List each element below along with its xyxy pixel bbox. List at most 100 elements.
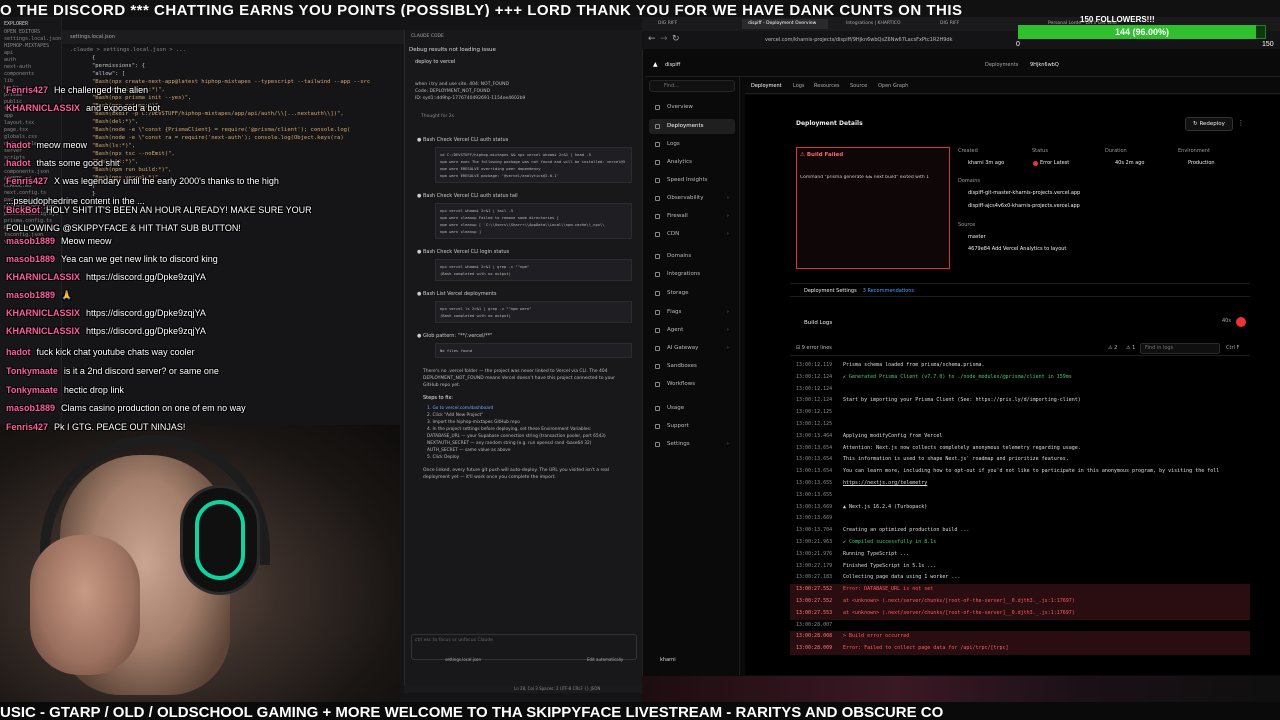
explorer-item[interactable]: settings.local.json (0, 36, 61, 43)
sidebar-item-analytics[interactable]: Analytics (649, 155, 735, 170)
back-icon[interactable]: ← (648, 34, 656, 44)
domain-link-1[interactable]: dispiff-git-master-kharnis-projects.verc… (968, 190, 1080, 196)
redeploy-button[interactable]: ↻ Redeploy (1185, 117, 1233, 131)
chat-username[interactable]: KHARNICLASSIX (6, 103, 80, 113)
sidebar-item-integrations[interactable]: Integrations (649, 267, 735, 282)
build-log-output[interactable]: 13:00:12.119 Prisma schema loaded from pr… (790, 360, 1250, 675)
tool-step-title[interactable]: ● Glob pattern: "**/.vercel/**" (405, 331, 642, 341)
log-timestamp: 13:00:13.655 (796, 491, 833, 498)
sidebar-user[interactable]: kharni (660, 657, 676, 663)
tool-step-title[interactable]: ● Bash Check Vercel CLI login status (405, 247, 642, 257)
chat-username[interactable]: hadot (6, 158, 31, 168)
error-lines-button[interactable]: ⊟ 9 error lines (796, 341, 832, 356)
ticker-bottom-text: USIC - GTARP / OLD / OLDSCHOOL GAMING + … (0, 704, 944, 720)
chat-username[interactable]: masob1889 (6, 290, 55, 300)
tool-step-title[interactable]: ● Bash List Vercel deployments (405, 289, 642, 299)
deployment-settings-toggle[interactable]: Deployment Settings 3 Recommendations (790, 283, 1250, 297)
explorer-item[interactable]: next-auth (0, 64, 61, 71)
log-timestamp: 13:00:12.124 (796, 373, 833, 380)
reload-icon[interactable]: ↻ (672, 34, 680, 44)
fix-step: 4. In the project settings before deploy… (427, 427, 592, 432)
chat-username[interactable]: Fenris427 (6, 176, 48, 186)
chevron-right-icon: › (726, 213, 729, 219)
chat-username[interactable]: hadot (6, 347, 31, 357)
source-branch[interactable]: master (968, 234, 986, 240)
source-commit[interactable]: 4679e84 Add Vercel Analytics to layout (968, 246, 1066, 252)
breadcrumb-deployments[interactable]: Deployments (985, 62, 1018, 68)
sidebar-item-overview[interactable]: Overview (649, 100, 735, 115)
sidebar-item-usage[interactable]: Usage (649, 401, 735, 416)
chat-username[interactable]: Fenris427 (6, 85, 48, 95)
chat-username[interactable]: KHARNICLASSIX (6, 326, 80, 336)
log-message: ✔ Generated Prisma Client (v7.7.0) to ./… (843, 373, 1072, 380)
edit-mode-toggle[interactable]: Edit automatically (587, 657, 623, 662)
browser-tab[interactable]: dispiff - Deployment Overview (742, 19, 828, 29)
tool-step-title[interactable]: ● Bash Check Vercel CLI auth status (405, 135, 642, 145)
tool-output-line: npm warn ERESOLVE overriding peer depend… (440, 166, 541, 171)
sidebar-item-agent[interactable]: Agent › (649, 323, 735, 338)
sidebar-item-support[interactable]: Support (649, 419, 735, 434)
tab-source[interactable]: Source (850, 83, 867, 89)
chat-username[interactable]: Tonkymaate (6, 366, 58, 376)
log-message[interactable]: https://nextjs.org/telemetry (843, 478, 927, 490)
tab-deployment[interactable]: Deployment (751, 83, 782, 89)
sidebar-search[interactable]: Find... (649, 80, 735, 92)
breadcrumb-deployment-id[interactable]: 9Hjkn6wbQ (1030, 62, 1059, 68)
find-shortcut: Ctrl F (1226, 345, 1240, 351)
sidebar-item-logs[interactable]: Logs (649, 137, 735, 152)
chat-username[interactable]: masob1889 (6, 236, 55, 246)
sidebar-item-firewall[interactable]: Firewall › (649, 209, 735, 224)
sidebar-item-deployments[interactable]: Deployments (649, 119, 735, 134)
sidebar-item-observability[interactable]: Observability › (649, 191, 735, 206)
sidebar-item-sandboxes[interactable]: Sandboxes (649, 359, 735, 374)
domain-link-2[interactable]: dispiff-ajcs4v6x0-kharnis-projects.verce… (968, 203, 1080, 209)
log-line: 13:00:12.125 (790, 419, 1250, 431)
sidebar-item-ai-gateway[interactable]: AI Gateway › (649, 341, 735, 356)
chevron-right-icon: › (726, 327, 729, 333)
tab-logs[interactable]: Logs (793, 83, 805, 89)
chat-username[interactable]: Tonkymaate (6, 385, 58, 395)
nav-label: AI Gateway (667, 345, 699, 351)
chat-username[interactable]: KHARNICLASSIX (6, 272, 80, 282)
chat-message: hadot fuck kick chat youtube chats way co… (6, 346, 195, 358)
editor-tab[interactable]: settings.local.json (62, 30, 404, 44)
sidebar-item-workflows[interactable]: Workflows (649, 377, 735, 392)
explorer-item[interactable]: HIPHOP-MIXTAPES (0, 43, 61, 50)
sidebar-item-domains[interactable]: Domains (649, 249, 735, 264)
more-options-icon[interactable]: ⋮ (1236, 117, 1246, 131)
vercel-logo-icon[interactable]: ▲ (653, 61, 658, 68)
sidebar-item-settings[interactable]: Settings › (649, 437, 735, 452)
claude-panel-header: CLAUDE CODE (411, 34, 444, 39)
chat-username[interactable]: hadot (6, 140, 31, 150)
tool-step-title[interactable]: ● Bash Check Vercel CLI auth status tail (405, 191, 642, 201)
tab-open-graph[interactable]: Open Graph (878, 83, 908, 89)
build-logs-toggle[interactable]: Build Logs (790, 316, 1250, 330)
chat-username[interactable]: masob1889 (6, 403, 55, 413)
explorer-item[interactable]: OPEN EDITORS (0, 29, 61, 36)
explorer-item[interactable]: api (0, 50, 61, 57)
chat-username[interactable]: masob1889 (6, 254, 55, 264)
warning-count[interactable]: ⚠ 2 (1108, 341, 1117, 356)
project-name[interactable]: dispiff (665, 62, 680, 68)
browser-tab[interactable]: DIG RIFF (652, 19, 738, 29)
browser-tab[interactable]: DIG RIFF (934, 19, 1020, 29)
nav-icon (655, 160, 660, 165)
tab-resources[interactable]: Resources (814, 83, 840, 89)
sidebar-item-speed-insights[interactable]: Speed Insights (649, 173, 735, 188)
chat-username[interactable]: Fenris427 (6, 422, 48, 432)
chat-username[interactable]: BickBot (6, 205, 40, 215)
log-line: 13:00:27.183 Collecting page data using … (790, 572, 1250, 584)
error-count[interactable]: ⚠ 1 (1126, 341, 1135, 356)
explorer-item[interactable]: auth (0, 57, 61, 64)
chat-username[interactable]: KHARNICLASSIX (6, 308, 80, 318)
nav-icon (655, 196, 660, 201)
sidebar-item-cdn[interactable]: CDN › (649, 227, 735, 242)
forward-icon[interactable]: → (660, 34, 668, 44)
file-chip[interactable]: settings.local.json (445, 657, 481, 662)
find-in-logs-input[interactable]: Find in logs (1140, 343, 1220, 354)
browser-tab[interactable]: Integrations | KHARTICO (840, 19, 926, 29)
fix-step[interactable]: 1. Go to vercel.com/dashboard (405, 405, 642, 412)
sidebar-item-flags[interactable]: Flags › (649, 305, 735, 320)
sidebar-item-storage[interactable]: Storage (649, 286, 735, 301)
nav-label: Domains (667, 253, 692, 259)
